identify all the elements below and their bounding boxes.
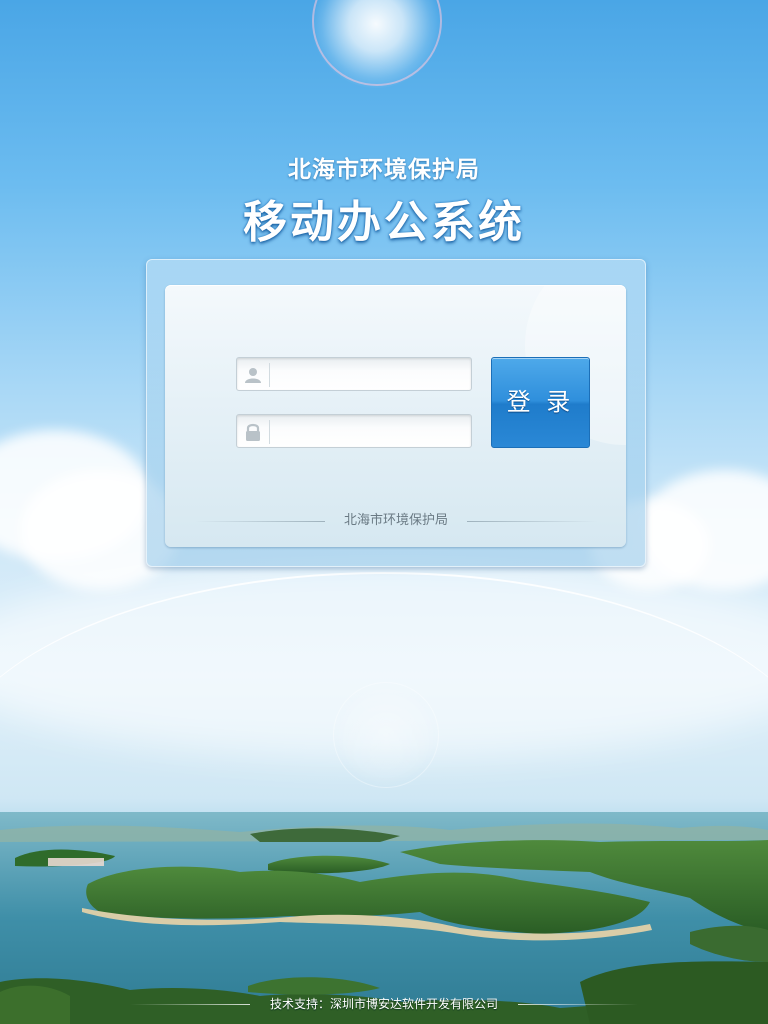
sun-halo: [312, 0, 442, 86]
panel-footer: 北海市环境保护局: [195, 512, 597, 530]
lens-flare: [333, 682, 439, 788]
system-title: 移动办公系统: [243, 197, 525, 248]
credit-text: 技术支持：深圳市博安达软件开发有限公司: [269, 997, 498, 1011]
lake-landscape: [0, 812, 768, 1024]
lock-icon: [246, 423, 260, 441]
username-input[interactable]: [273, 360, 471, 388]
tech-support-credit: 技术支持：深圳市博安达软件开发有限公司: [0, 994, 768, 1014]
organization-title: 北海市环境保护局: [288, 157, 480, 183]
field-divider: [269, 420, 270, 444]
user-icon: [245, 368, 261, 383]
password-field[interactable]: [236, 414, 472, 448]
login-screen: 北海市环境保护局 移动办公系统 登 录 北海市环境保护局 技术支持：深圳市博安达…: [0, 0, 768, 1024]
field-divider: [269, 363, 270, 387]
panel-footer-label: 北海市环境保护局: [343, 513, 448, 528]
password-input[interactable]: [273, 417, 471, 445]
username-field[interactable]: [236, 357, 472, 391]
login-button[interactable]: 登 录: [491, 357, 590, 448]
